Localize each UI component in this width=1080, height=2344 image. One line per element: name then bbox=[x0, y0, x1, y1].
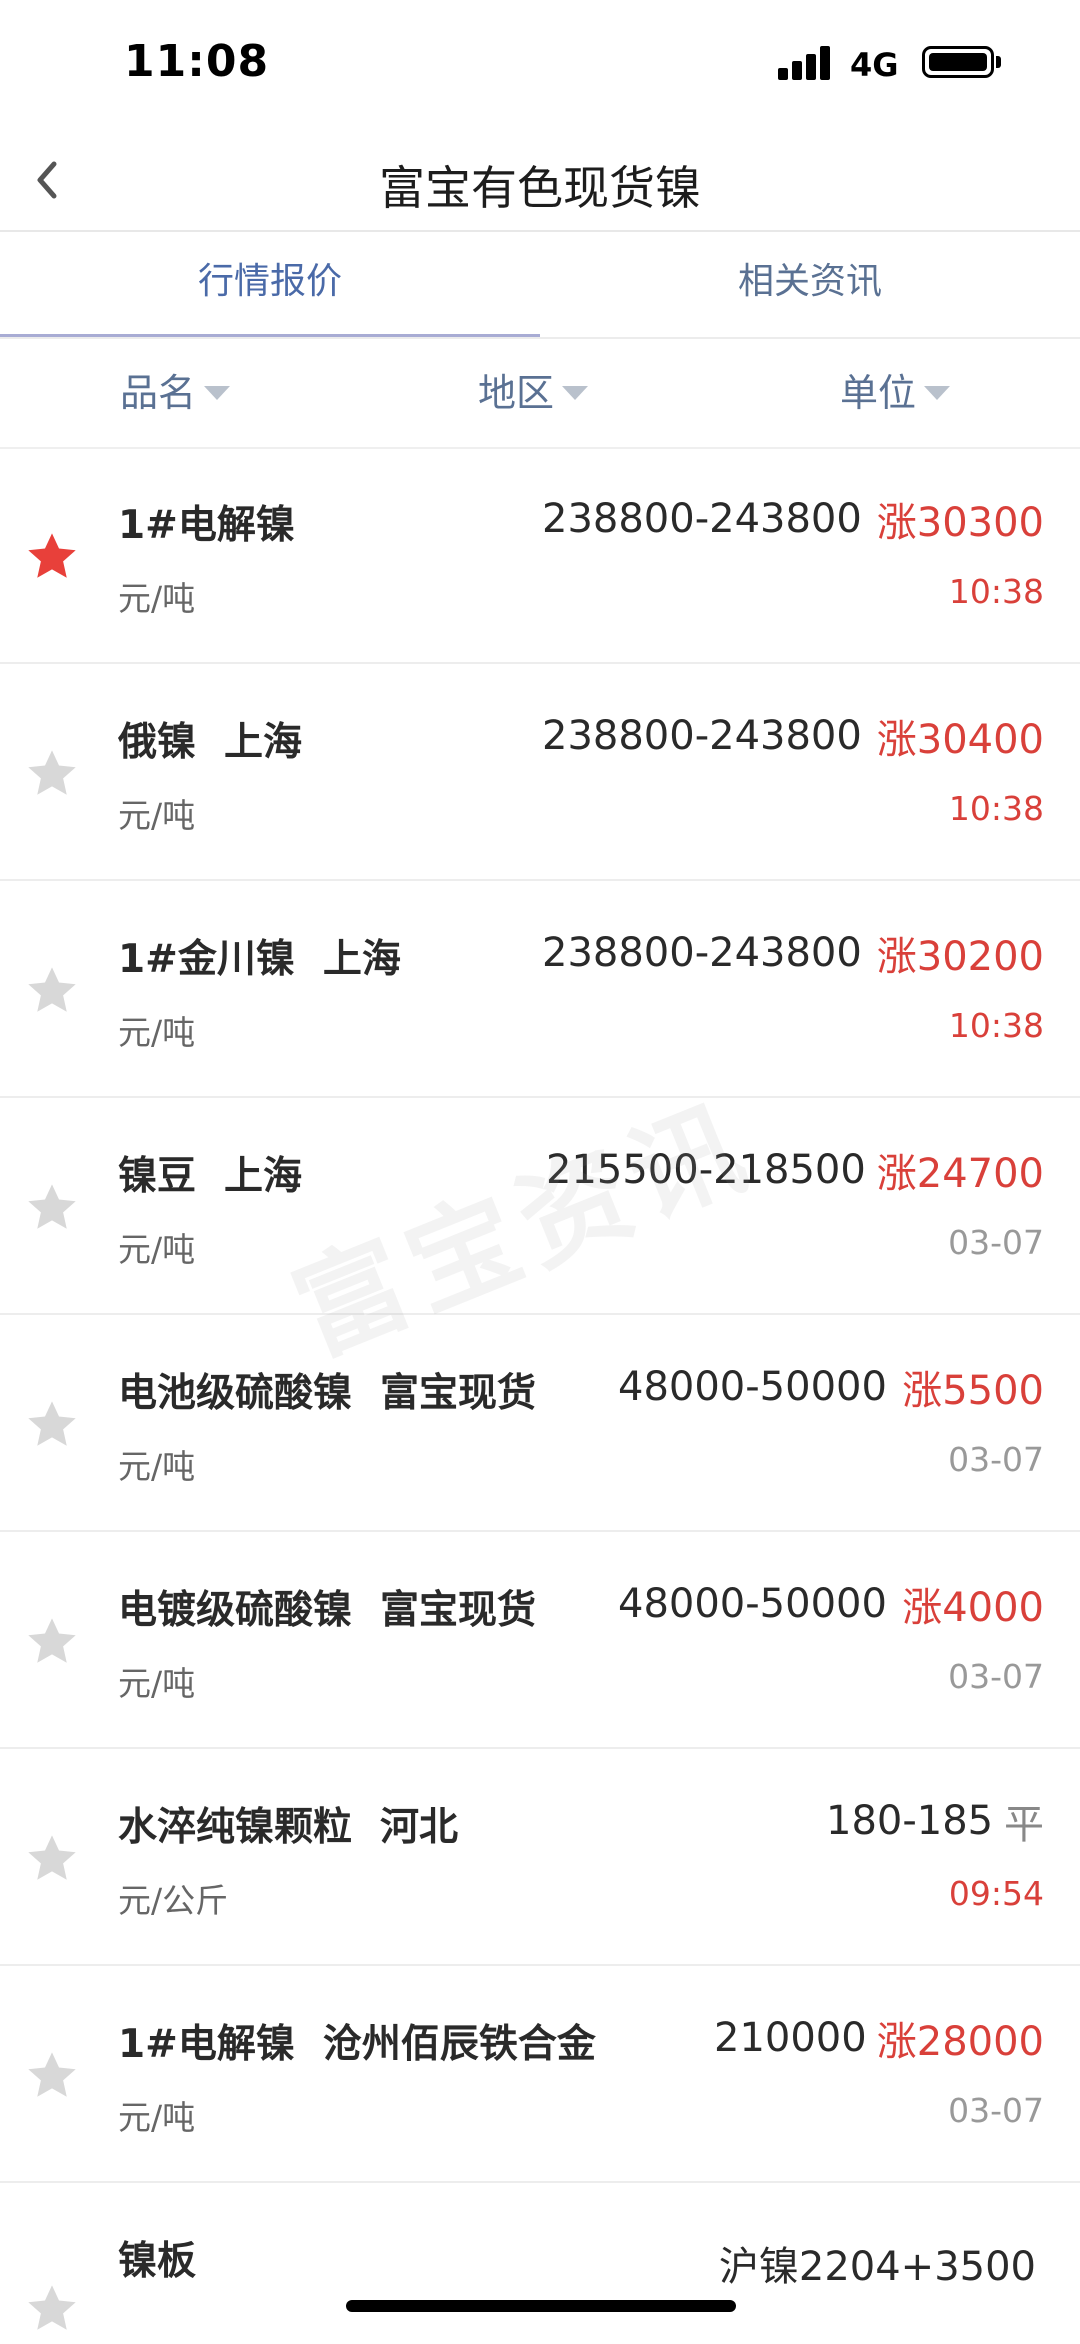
list-item[interactable]: 1#电解镍 元/吨 238800-243800 涨30300 10:38 bbox=[0, 448, 1080, 664]
item-price: 238800-243800 bbox=[542, 713, 862, 759]
star-icon[interactable] bbox=[22, 1830, 82, 1888]
item-name: 1#金川镍 上海 bbox=[118, 937, 401, 982]
item-unit: 元/吨 bbox=[118, 579, 196, 618]
filter-region-label: 地区 bbox=[478, 371, 555, 415]
signal-icon bbox=[778, 44, 838, 80]
item-change: 涨24700 bbox=[876, 1151, 1044, 1197]
item-price: 48000-50000 bbox=[618, 1581, 887, 1627]
item-time: 03-07 bbox=[948, 1657, 1044, 1696]
star-icon[interactable] bbox=[22, 1396, 82, 1454]
item-unit: 元/吨 bbox=[118, 1664, 196, 1703]
list-item[interactable]: 1#金川镍 上海 元/吨 238800-243800 涨30200 10:38 bbox=[0, 882, 1080, 1098]
tab-bar: 行情报价 相关资讯 bbox=[0, 232, 1080, 339]
item-price: 沪镍2204+3500 bbox=[718, 2244, 1036, 2290]
item-change: 涨5500 bbox=[902, 1368, 1044, 1414]
item-name: 俄镍 上海 bbox=[118, 720, 303, 765]
caret-down-icon bbox=[562, 385, 589, 400]
item-time: 10:38 bbox=[948, 572, 1044, 611]
list-item[interactable]: 1#电解镍 沧州佰辰铁合金 元/吨 210000 涨28000 03-07 bbox=[0, 1967, 1080, 2183]
item-price: 210000 bbox=[714, 2015, 867, 2061]
star-icon-active[interactable] bbox=[22, 528, 82, 586]
status-time: 11:08 bbox=[124, 36, 270, 87]
caret-down-icon bbox=[204, 385, 231, 400]
item-region: 上海 bbox=[322, 937, 401, 982]
star-icon[interactable] bbox=[22, 962, 82, 1020]
item-name: 1#电解镍 bbox=[118, 503, 295, 548]
item-time: 09:54 bbox=[948, 1874, 1044, 1913]
tab-quotes[interactable]: 行情报价 bbox=[0, 232, 540, 338]
item-region: 富宝现货 bbox=[380, 1588, 537, 1633]
item-time: 03-07 bbox=[948, 1440, 1044, 1479]
filter-region[interactable]: 地区 bbox=[478, 339, 589, 447]
item-time: 10:38 bbox=[948, 1006, 1044, 1045]
item-change: 涨30300 bbox=[876, 500, 1044, 546]
item-region: 河北 bbox=[380, 1805, 459, 1850]
star-icon[interactable] bbox=[22, 1613, 82, 1671]
star-icon[interactable] bbox=[22, 745, 82, 803]
item-name: 1#电解镍 沧州佰辰铁合金 bbox=[118, 2022, 596, 2067]
nav-bar: 富宝有色现货镍 bbox=[0, 130, 1080, 232]
item-time: 03-07 bbox=[948, 2091, 1044, 2130]
network-type: 4G bbox=[850, 46, 899, 84]
list-item[interactable]: 电池级硫酸镍 富宝现货 元/吨 48000-50000 涨5500 03-07 bbox=[0, 1316, 1080, 1532]
item-unit: 元/公斤 bbox=[118, 1881, 229, 1920]
item-change: 平 bbox=[1004, 1802, 1044, 1848]
item-price: 238800-243800 bbox=[542, 930, 862, 976]
item-price: 238800-243800 bbox=[542, 496, 862, 542]
battery-icon bbox=[922, 46, 994, 78]
filter-product[interactable]: 品名 bbox=[120, 339, 231, 447]
status-bar: 11:08 4G bbox=[0, 0, 1080, 130]
filter-unit-label: 单位 bbox=[840, 371, 917, 415]
item-name: 镍板 bbox=[118, 2239, 197, 2284]
item-region: 上海 bbox=[224, 720, 303, 765]
filter-product-label: 品名 bbox=[120, 371, 197, 415]
item-change: 涨30200 bbox=[876, 934, 1044, 980]
star-icon[interactable] bbox=[22, 1179, 82, 1237]
list-item[interactable]: 镍板 沪镍2204+3500 bbox=[0, 2184, 1080, 2344]
item-change: 涨30400 bbox=[876, 717, 1044, 763]
item-change: 涨28000 bbox=[876, 2019, 1044, 2065]
item-unit: 元/吨 bbox=[118, 796, 196, 835]
item-name: 水淬纯镍颗粒 河北 bbox=[118, 1805, 459, 1850]
item-name: 镍豆 上海 bbox=[118, 1154, 303, 1199]
item-region: 上海 bbox=[224, 1154, 303, 1199]
item-unit: 元/吨 bbox=[118, 1230, 196, 1269]
item-price: 180-185 bbox=[826, 1798, 994, 1844]
item-region: 沧州佰辰铁合金 bbox=[322, 2022, 596, 2067]
star-icon[interactable] bbox=[22, 2280, 82, 2338]
list-item[interactable]: 俄镍 上海 元/吨 238800-243800 涨30400 10:38 bbox=[0, 665, 1080, 881]
tab-news[interactable]: 相关资讯 bbox=[540, 232, 1080, 338]
list-item[interactable]: 水淬纯镍颗粒 河北 元/公斤 180-185 平 09:54 bbox=[0, 1750, 1080, 1966]
caret-down-icon bbox=[924, 385, 951, 400]
item-price: 48000-50000 bbox=[618, 1364, 887, 1410]
list-item[interactable]: 电镀级硫酸镍 富宝现货 元/吨 48000-50000 涨4000 03-07 bbox=[0, 1533, 1080, 1749]
page-title: 富宝有色现货镍 bbox=[379, 161, 701, 215]
filter-bar: 品名 地区 单位 bbox=[0, 339, 1080, 449]
item-unit: 元/吨 bbox=[118, 2098, 196, 2137]
star-icon[interactable] bbox=[22, 2047, 82, 2105]
item-unit: 元/吨 bbox=[118, 1013, 196, 1052]
filter-unit[interactable]: 单位 bbox=[840, 339, 951, 447]
home-indicator[interactable] bbox=[346, 2300, 736, 2312]
item-name: 电镀级硫酸镍 富宝现货 bbox=[118, 1588, 537, 1633]
battery-nub bbox=[996, 56, 1001, 68]
item-region: 富宝现货 bbox=[380, 1371, 537, 1416]
item-time: 10:38 bbox=[948, 789, 1044, 828]
item-time: 03-07 bbox=[948, 1223, 1044, 1262]
item-unit: 元/吨 bbox=[118, 1447, 196, 1486]
item-change: 涨4000 bbox=[902, 1585, 1044, 1631]
